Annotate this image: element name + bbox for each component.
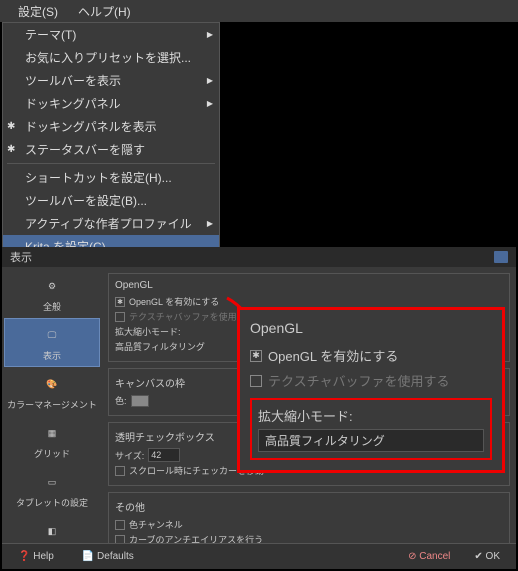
monitor-icon: 🖵 bbox=[40, 323, 64, 347]
menu-theme[interactable]: テーマ(T) bbox=[3, 23, 219, 46]
size-spinbox[interactable]: 42 bbox=[148, 448, 180, 462]
callout-title: OpenGL bbox=[250, 320, 492, 336]
settings-sidebar: ⚙全般 🖵表示 🎨カラーマネージメント ▦グリッド ▭タブレットの設定 ◧キャン… bbox=[2, 267, 102, 543]
gear-icon: ⚙ bbox=[40, 274, 64, 298]
tablet-icon: ▭ bbox=[40, 470, 64, 494]
check-icon: ✱ bbox=[7, 121, 15, 132]
size-label: サイズ: bbox=[115, 449, 144, 462]
menu-shortcuts[interactable]: ショートカットを設定(H)... bbox=[3, 166, 219, 189]
enable-opengl-label: OpenGL を有効にする bbox=[129, 295, 219, 308]
dialog-buttonbar: ❓ Help 📄 Defaults ⊘ Cancel ✔ OK bbox=[2, 543, 516, 569]
grid-icon: ▦ bbox=[40, 421, 64, 445]
defaults-button[interactable]: 📄 Defaults bbox=[74, 549, 142, 564]
scroll-checker-checkbox[interactable] bbox=[115, 466, 125, 476]
sidebar-canvas-only[interactable]: ◧キャンバスのみ設定 bbox=[4, 514, 100, 543]
help-button[interactable]: ❓ Help bbox=[10, 549, 62, 564]
menu-favorites[interactable]: お気に入りプリセットを選択... bbox=[3, 46, 219, 69]
canvas-icon: ◧ bbox=[40, 519, 64, 543]
color-channel-checkbox[interactable] bbox=[115, 520, 125, 530]
menu-settings[interactable]: 設定(S) bbox=[8, 3, 68, 20]
callout-enable-label: OpenGL を有効にする bbox=[268, 346, 398, 365]
callout-inner-box: 拡大縮小モード: 高品質フィルタリング bbox=[250, 398, 492, 460]
menu-hide-status[interactable]: ✱ステータスバーを隠す bbox=[3, 138, 219, 161]
sidebar-grid[interactable]: ▦グリッド bbox=[4, 416, 100, 465]
callout-texture-checkbox[interactable] bbox=[250, 375, 262, 387]
callout-enable-checkbox[interactable]: ✱ bbox=[250, 350, 262, 362]
dialog-titlebar: 表示 bbox=[2, 247, 516, 267]
sidebar-display[interactable]: 🖵表示 bbox=[4, 318, 100, 367]
misc-group: その他 色チャンネル カーブのアンチエイリアスを行う bbox=[108, 492, 510, 543]
menu-config-toolbar[interactable]: ツールバーを設定(B)... bbox=[3, 189, 219, 212]
color-channel-label: 色チャンネル bbox=[129, 518, 183, 531]
scale-mode-value[interactable]: 高品質フィルタリング bbox=[115, 340, 205, 353]
menu-separator bbox=[7, 163, 215, 164]
opengl-group-title: OpenGL bbox=[115, 280, 503, 291]
misc-title: その他 bbox=[115, 499, 503, 514]
cancel-button[interactable]: ⊘ Cancel bbox=[400, 549, 458, 564]
monitor-icon bbox=[494, 251, 508, 263]
sidebar-general[interactable]: ⚙全般 bbox=[4, 269, 100, 318]
menu-show-toolbar[interactable]: ツールバーを表示 bbox=[3, 69, 219, 92]
sidebar-tablet[interactable]: ▭タブレットの設定 bbox=[4, 465, 100, 514]
settings-dropdown: テーマ(T) お気に入りプリセットを選択... ツールバーを表示 ドッキングパネ… bbox=[2, 22, 220, 259]
scale-mode-label: 拡大縮小モード: bbox=[115, 325, 181, 338]
ok-button[interactable]: ✔ OK bbox=[466, 549, 508, 564]
color-label: 色: bbox=[115, 394, 127, 407]
menu-docking-panel[interactable]: ドッキングパネル bbox=[3, 92, 219, 115]
callout-texture-label: テクスチャバッファを使用する bbox=[268, 371, 449, 390]
dialog-title-text: 表示 bbox=[10, 249, 32, 265]
palette-icon: 🎨 bbox=[40, 372, 64, 396]
menu-help[interactable]: ヘルプ(H) bbox=[68, 3, 141, 20]
texture-buffer-label: テクスチャバッファを使用する bbox=[129, 310, 255, 323]
callout-scale-combo[interactable]: 高品質フィルタリング bbox=[258, 429, 484, 452]
color-swatch[interactable] bbox=[131, 395, 149, 407]
curve-aa-checkbox[interactable] bbox=[115, 535, 125, 544]
callout-panel: OpenGL ✱ OpenGL を有効にする テクスチャバッファを使用する 拡大縮… bbox=[237, 307, 505, 473]
check-icon: ✱ bbox=[7, 144, 15, 155]
sidebar-color-mgmt[interactable]: 🎨カラーマネージメント bbox=[4, 367, 100, 416]
menubar: 設定(S) ヘルプ(H) bbox=[0, 0, 518, 22]
menu-active-profile[interactable]: アクティブな作者プロファイル bbox=[3, 212, 219, 235]
texture-buffer-checkbox[interactable] bbox=[115, 312, 125, 322]
enable-opengl-checkbox[interactable]: ✱ bbox=[115, 297, 125, 307]
menu-show-docking[interactable]: ✱ドッキングパネルを表示 bbox=[3, 115, 219, 138]
callout-scale-label: 拡大縮小モード: bbox=[258, 406, 484, 425]
curve-aa-label: カーブのアンチエイリアスを行う bbox=[129, 533, 263, 543]
